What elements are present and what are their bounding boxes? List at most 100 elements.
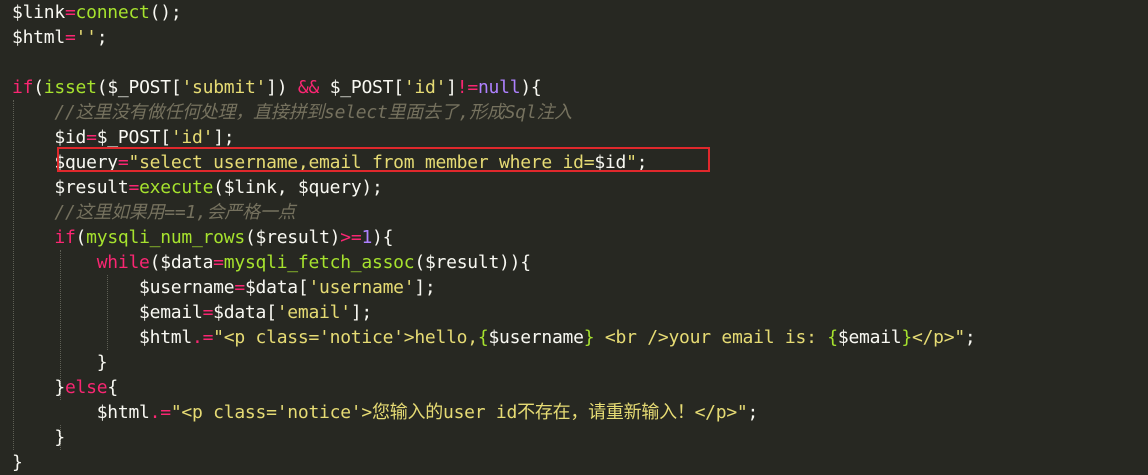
code-token: $data: [213, 302, 267, 323]
code-line[interactable]: if(mysqli_num_rows($result)>=1){: [12, 225, 393, 250]
code-line[interactable]: while($data=mysqli_fetch_assoc($result))…: [12, 250, 531, 275]
code-token: (: [213, 177, 224, 198]
code-line[interactable]: //这里如果用==1,会严格一点: [12, 200, 295, 225]
code-token: 'email': [276, 302, 351, 323]
code-token: ]: [446, 77, 457, 98]
code-token: .=: [149, 402, 171, 423]
code-token: (: [149, 252, 161, 273]
code-token: $email: [139, 302, 203, 323]
code-line[interactable]: }: [12, 450, 23, 475]
code-token: if: [54, 227, 76, 248]
code-token: ]): [266, 77, 298, 98]
code-token: ){: [372, 227, 394, 248]
code-token: null: [477, 77, 521, 98]
code-token: [: [297, 277, 309, 298]
code-token: ): [329, 227, 341, 248]
code-line[interactable]: $link=connect();: [12, 0, 182, 25]
code-token: (: [75, 227, 87, 248]
code-token: <br />your email is:: [594, 327, 828, 348]
code-token: $html: [12, 27, 65, 48]
code-editor[interactable]: $link=connect(); $html=''; if(isset($_POST…: [0, 0, 1148, 473]
code-line[interactable]: $html.="<p class='notice'>hello, { $userna…: [12, 325, 976, 350]
code-token: ();: [149, 2, 182, 23]
code-line[interactable]: }else{: [12, 375, 118, 400]
code-token: )){: [499, 252, 531, 273]
code-token: .=: [191, 327, 214, 348]
code-token: !=: [456, 77, 478, 98]
code-token: [: [160, 127, 171, 148]
code-token: '': [75, 27, 97, 48]
code-token: $result: [54, 177, 129, 198]
code-token: "<p class='notice'>hello,: [213, 327, 478, 348]
code-token: =: [213, 252, 224, 273]
code-token: {: [827, 327, 838, 348]
code-token: &&: [297, 77, 320, 98]
code-token: =: [202, 302, 214, 323]
code-token: mysqli_num_rows: [86, 227, 245, 248]
code-line[interactable]: //这里没有做任何处理，直接拼到select里面去了,形成Sql注入: [12, 100, 572, 125]
code-token: ;: [96, 27, 108, 48]
code-token: [: [266, 302, 277, 323]
code-token: =: [64, 27, 76, 48]
code-token: if: [12, 77, 34, 98]
code-token: 'username': [308, 277, 415, 298]
code-token: 'submit': [181, 77, 267, 98]
code-token: connect: [75, 2, 150, 23]
code-token: $username: [139, 277, 235, 298]
code-token: =: [64, 2, 76, 23]
code-line[interactable]: $username=$data['username'];: [12, 275, 436, 300]
code-token: $_POST: [107, 77, 171, 98]
code-token: [: [170, 77, 182, 98]
code-line[interactable]: $result=execute($link, $query);: [12, 175, 383, 200]
code-token: =: [128, 177, 140, 198]
code-token: $html: [96, 402, 150, 423]
code-token: );: [361, 177, 383, 198]
code-token: 'id': [403, 77, 447, 98]
code-line[interactable]: if(isset($_POST['submit']) && $_POST['id…: [12, 75, 542, 100]
code-token: $link: [223, 177, 277, 198]
code-token: 1: [361, 227, 373, 248]
code-token: }: [12, 452, 23, 473]
code-token: [: [393, 77, 404, 98]
code-token: ,: [276, 177, 298, 198]
code-token: ];: [350, 302, 372, 323]
code-token: ){: [520, 77, 542, 98]
code-token: }: [901, 327, 912, 348]
code-token: $html: [139, 327, 192, 348]
code-token: "<p class='notice'>您输入的user id不存在，请重新输入！…: [170, 402, 748, 423]
code-token: ;: [747, 402, 759, 423]
code-token: $link: [12, 2, 65, 23]
code-line[interactable]: }: [12, 350, 108, 375]
code-token: =: [86, 127, 97, 148]
code-line[interactable]: $email=$data['email'];: [12, 300, 372, 325]
code-token: $_POST: [96, 127, 161, 148]
code-line[interactable]: $html='';: [12, 25, 108, 50]
code-token: mysqli_fetch_assoc: [223, 252, 415, 273]
code-token: ;: [964, 327, 976, 348]
code-token: $username: [488, 327, 584, 348]
code-token: $_POST: [329, 77, 394, 98]
code-token: >=: [340, 227, 362, 248]
code-token: execute: [139, 177, 214, 198]
code-token: (: [244, 227, 256, 248]
code-token: ];: [213, 127, 235, 148]
code-line[interactable]: }: [12, 425, 65, 450]
code-line[interactable]: $html.="<p class='notice'>您输入的user id不存在…: [12, 400, 759, 425]
code-token: (: [414, 252, 425, 273]
code-token: isset: [43, 77, 97, 98]
code-token: 'id': [170, 127, 214, 148]
code-token: $email: [837, 327, 902, 348]
code-token: while: [96, 252, 150, 273]
